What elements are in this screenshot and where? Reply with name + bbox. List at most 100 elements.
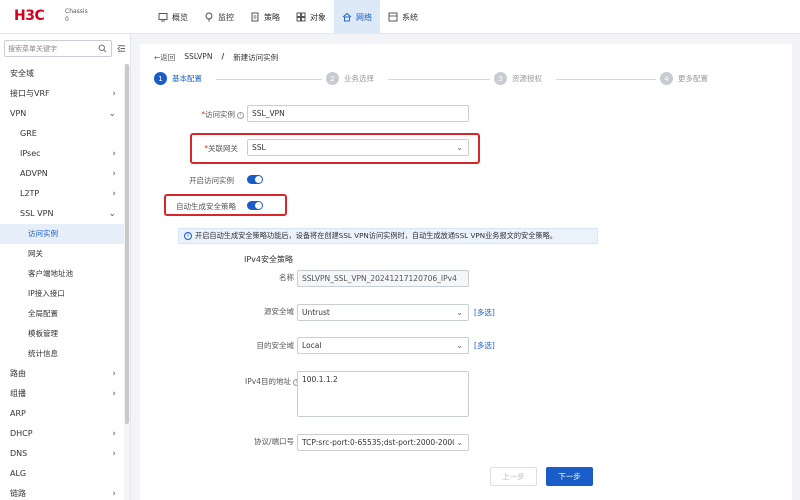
topnav-overview[interactable]: 概览 <box>150 0 196 34</box>
sidebar-item-gateway[interactable]: 网关 <box>0 244 124 264</box>
ipv4-dst-textarea[interactable]: 100.1.1.2 <box>297 371 469 417</box>
sidebar-item-label: 统计信息 <box>28 349 58 358</box>
auto-policy-info-bar: i 开启自动生成安全策略功能后，设备将在创建SSL VPN访问实例时，自动生成放通… <box>178 228 598 244</box>
info-icon: i <box>184 232 192 240</box>
sidebar-item-dns[interactable]: DNS › <box>0 444 124 464</box>
breadcrumb-current: 新建访问实例 <box>233 53 279 62</box>
step-number: 4 <box>660 72 673 85</box>
topnav-policy-label: 策略 <box>264 12 280 22</box>
src-zone-multi-select-link[interactable]: [多选] <box>474 307 495 318</box>
sidebar-item-routing[interactable]: 路由 › <box>0 364 124 384</box>
sidebar-item-ip-access-interface[interactable]: IP接入接口 <box>0 284 124 304</box>
step-connector <box>216 79 322 80</box>
chevron-right-icon: › <box>112 449 116 459</box>
sidebar-item-label: ALG <box>10 469 27 478</box>
src-zone-label: 源安全域 <box>264 307 294 316</box>
proto-port-value: TCP:src-port:0-65535;dst-port:2000-2000 <box>302 438 457 447</box>
topnav-overview-label: 概览 <box>172 12 188 22</box>
sidebar-item-access-instance[interactable]: 访问实例 <box>0 224 124 244</box>
sidebar-item-l2tp[interactable]: L2TP › <box>0 184 124 204</box>
topnav-network[interactable]: 网络 <box>334 0 380 34</box>
enable-instance-toggle[interactable] <box>247 175 263 184</box>
dst-zone-multi-select-link[interactable]: [多选] <box>474 340 495 351</box>
src-zone-select[interactable]: Untrust ⌄ <box>297 304 469 321</box>
sidebar: 安全域 接口与VRF › VPN ⌄ GRE IPsec › ADVPN › L2TP ›… <box>0 34 131 500</box>
menu-search-input[interactable] <box>5 41 93 56</box>
sidebar-item-ssl-vpn[interactable]: SSL VPN ⌄ <box>0 204 124 224</box>
step-label: 基本配置 <box>172 74 202 83</box>
topnav-object-label: 对象 <box>310 12 326 22</box>
sidebar-scrollbar-thumb[interactable] <box>125 64 129 424</box>
sidebar-item-label: 接口与VRF <box>10 89 50 98</box>
sidebar-item-label: IPsec <box>20 149 41 158</box>
dst-zone-label: 目的安全域 <box>256 341 295 350</box>
sidebar-item-client-address-pool[interactable]: 客户端地址池 <box>0 264 124 284</box>
collapse-menu-icon[interactable] <box>117 44 126 53</box>
sidebar-item-label: 网关 <box>28 249 43 258</box>
sidebar-item-link[interactable]: 链路 › <box>0 484 124 500</box>
topnav-monitor[interactable]: 监控 <box>196 0 242 34</box>
sidebar-item-label: ARP <box>10 409 26 418</box>
step-number: 3 <box>494 72 507 85</box>
sidebar-item-label: 路由 <box>10 369 26 378</box>
main-panel: ←返回 SSLVPN / 新建访问实例 1 基本配置 2 业务选择 3 资源授权… <box>140 44 792 500</box>
topnav-system[interactable]: 系统 <box>380 0 426 34</box>
sidebar-item-label: DNS <box>10 449 28 458</box>
sidebar-item-label: SSL VPN <box>20 209 54 218</box>
auto-policy-label: 自动生成安全策略 <box>176 202 236 211</box>
topnav-monitor-label: 监控 <box>218 12 234 22</box>
top-nav: 概览 监控 策略 对象 网络 系统 <box>150 0 426 34</box>
step-label: 资源授权 <box>512 74 542 83</box>
topnav-object[interactable]: 对象 <box>288 0 334 34</box>
prev-step-button[interactable]: 上一步 <box>490 467 537 486</box>
sidebar-item-global-config[interactable]: 全局配置 <box>0 304 124 324</box>
sidebar-item-label: VPN <box>10 109 27 118</box>
chevron-right-icon: › <box>112 489 116 499</box>
sidebar-item-template-management[interactable]: 模板管理 <box>0 324 124 344</box>
breadcrumb-separator: / <box>221 52 225 61</box>
dst-zone-select[interactable]: Local ⌄ <box>297 337 469 354</box>
step-resource-auth: 3 资源授权 <box>494 72 542 85</box>
device-line-2: 0 <box>65 16 69 23</box>
sidebar-item-alg[interactable]: ALG <box>0 464 124 484</box>
sidebar-item-advpn[interactable]: ADVPN › <box>0 164 124 184</box>
proto-port-select[interactable]: TCP:src-port:0-65535;dst-port:2000-2000 ⌄ <box>297 434 469 451</box>
sidebar-item-vpn[interactable]: VPN ⌄ <box>0 104 124 124</box>
sidebar-item-statistics[interactable]: 统计信息 <box>0 344 124 364</box>
topnav-policy[interactable]: 策略 <box>242 0 288 34</box>
instance-field-label: *访问实例 i <box>188 109 244 120</box>
sidebar-item-multicast[interactable]: 组播 › <box>0 384 124 404</box>
gateway-select[interactable]: SSL ⌄ <box>247 139 469 156</box>
top-bar: H3C Chassis 0 概览 监控 策略 对象 网络 系统 <box>0 0 800 34</box>
step-more-config: 4 更多配置 <box>660 72 708 85</box>
object-icon <box>296 12 306 22</box>
auto-policy-toggle[interactable] <box>247 201 263 210</box>
src-zone-value: Untrust <box>302 308 330 317</box>
system-icon <box>388 12 398 22</box>
back-link[interactable]: ←返回 <box>154 52 175 63</box>
sidebar-item-dhcp[interactable]: DHCP › <box>0 424 124 444</box>
sidebar-item-ipsec[interactable]: IPsec › <box>0 144 124 164</box>
instance-name-input[interactable]: SSL_VPN <box>247 105 469 122</box>
wizard-steps: 1 基本配置 2 业务选择 3 资源授权 4 更多配置 <box>154 72 774 86</box>
step-basic-config: 1 基本配置 <box>154 72 202 85</box>
topnav-system-label: 系统 <box>402 12 418 22</box>
chevron-right-icon: › <box>112 149 116 159</box>
sidebar-item-gre[interactable]: GRE <box>0 124 124 144</box>
search-icon[interactable] <box>98 44 107 53</box>
step-number: 1 <box>154 72 167 85</box>
sidebar-item-label: 全局配置 <box>28 309 58 318</box>
breadcrumb-parent[interactable]: SSLVPN <box>184 52 212 63</box>
sidebar-item-security-zone[interactable]: 安全域 <box>0 64 124 84</box>
step-label: 业务选择 <box>344 74 374 83</box>
chevron-down-icon: ⌄ <box>108 109 116 119</box>
sidebar-item-label: IP接入接口 <box>28 289 65 298</box>
next-step-button[interactable]: 下一步 <box>546 467 593 486</box>
chevron-right-icon: › <box>112 169 116 179</box>
step-connector <box>556 79 656 80</box>
sidebar-menu: 安全域 接口与VRF › VPN ⌄ GRE IPsec › ADVPN › L2TP ›… <box>0 64 124 500</box>
chevron-right-icon: › <box>112 189 116 199</box>
sidebar-item-arp[interactable]: ARP <box>0 404 124 424</box>
info-icon: i <box>237 111 244 119</box>
sidebar-item-interface-vrf[interactable]: 接口与VRF › <box>0 84 124 104</box>
